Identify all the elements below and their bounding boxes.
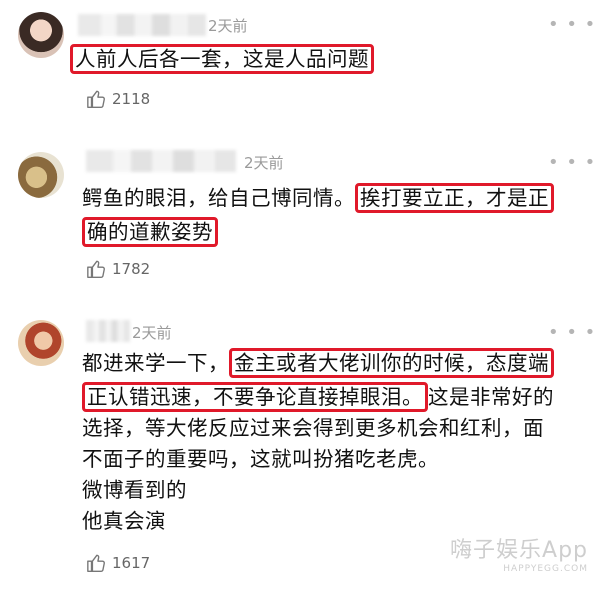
avatar[interactable] [18, 152, 64, 198]
like-button[interactable]: 1617 [86, 552, 150, 574]
like-count: 1617 [112, 554, 151, 572]
comment-line: 鳄鱼的眼泪，给自己博同情。 挨打要立正，才是正 [82, 183, 554, 214]
comment-line: 不面子的重要吗，这就叫扮猪吃老虎。 [82, 447, 439, 471]
more-options-icon[interactable]: • • • [548, 322, 596, 343]
highlight-box: 正认错迅速，不要争论直接掉眼泪。 [82, 382, 428, 412]
avatar[interactable] [18, 320, 64, 366]
comment-line: 选择，等大佬反应过来会得到更多机会和红利，面 [82, 416, 544, 440]
blurred-username[interactable] [86, 320, 130, 342]
blurred-username[interactable] [86, 150, 236, 172]
highlight-box: 挨打要立正，才是正 [355, 183, 554, 213]
like-count: 1782 [112, 260, 151, 278]
more-options-icon[interactable]: • • • [548, 152, 596, 173]
comment-line: 正认错迅速，不要争论直接掉眼泪。 这是非常好的 [82, 382, 554, 413]
like-count: 2118 [112, 90, 151, 108]
comment-line: 都进来学一下， 金主或者大佬训你的时候，态度端 [82, 348, 554, 379]
thumbs-up-icon [87, 90, 105, 108]
thumbs-up-icon [87, 554, 105, 572]
like-button[interactable]: 2118 [86, 88, 150, 110]
highlight-box: 人前人后各一套，这是人品问题 [70, 44, 374, 74]
comment-time: 2天前 [132, 324, 172, 342]
watermark-logo: 嗨子娱乐App [450, 538, 588, 563]
highlight-box: 确的道歉姿势 [82, 217, 218, 247]
comment-time: 2天前 [244, 154, 284, 172]
watermark-site: HAPPYEGG.COM [503, 564, 588, 574]
like-button[interactable]: 1782 [86, 258, 150, 280]
thumbs-up-icon [87, 260, 105, 278]
blurred-username[interactable] [78, 14, 206, 36]
watermark: 嗨子娱乐App HAPPYEGG.COM [450, 532, 588, 574]
highlight-box: 金主或者大佬训你的时候，态度端 [229, 348, 554, 378]
comment-line: 确的道歉姿势 [82, 217, 554, 248]
comment-text: 鳄鱼的眼泪，给自己博同情。 挨打要立正，才是正 确的道歉姿势 [82, 183, 554, 248]
comment-time: 2天前 [208, 17, 248, 35]
comment-text: 都进来学一下， 金主或者大佬训你的时候，态度端 正认错迅速，不要争论直接掉眼泪。这… [82, 348, 554, 537]
comment-line: 微博看到的 [82, 478, 187, 502]
avatar[interactable] [18, 12, 64, 58]
more-options-icon[interactable]: • • • [548, 14, 596, 35]
comment-text: 人前人后各一套，这是人品问题 [70, 44, 374, 75]
